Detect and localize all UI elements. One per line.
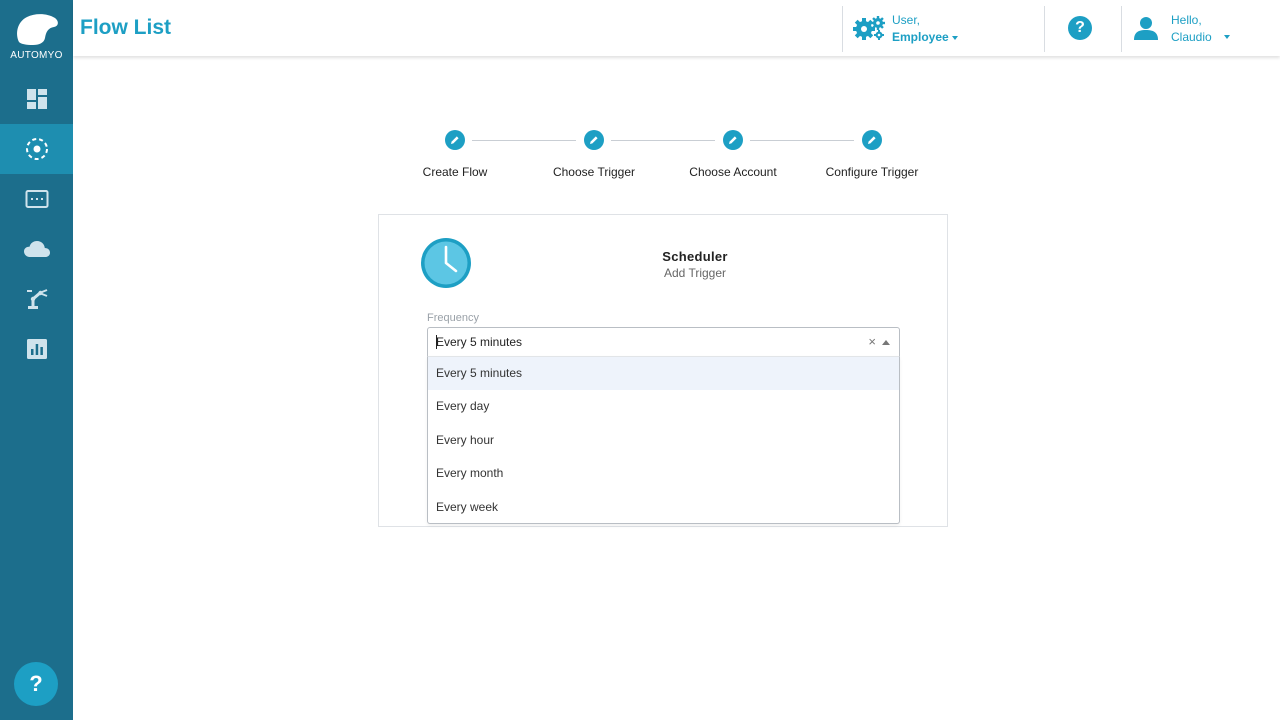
step-2-label[interactable]: Choose Trigger xyxy=(524,165,664,179)
pencil-icon xyxy=(590,136,598,144)
frequency-option[interactable]: Every month xyxy=(428,457,899,490)
step-connector xyxy=(472,140,576,141)
user-role-value: Employee xyxy=(892,30,958,44)
step-connector xyxy=(750,140,854,141)
sidebar-item-dashboard[interactable] xyxy=(0,74,73,124)
top-header: Flow List User, Employee ? Hello, Claudi… xyxy=(73,0,1280,56)
header-divider xyxy=(1121,6,1122,52)
app-logo[interactable]: AUTOMYO xyxy=(0,0,73,70)
step-2-indicator[interactable] xyxy=(584,130,604,150)
user-role-label: User, xyxy=(892,13,921,27)
chevron-up-icon[interactable] xyxy=(882,340,890,345)
question-icon: ? xyxy=(1075,19,1085,36)
greeting-label: Hello, xyxy=(1171,13,1202,27)
step-3-indicator[interactable] xyxy=(723,130,743,150)
sidebar-item-flows[interactable] xyxy=(0,124,73,174)
chevron-down-icon xyxy=(951,35,958,40)
sidebar-item-robots[interactable] xyxy=(0,274,73,324)
help-fab-button[interactable]: ? xyxy=(14,662,58,706)
frequency-option[interactable]: Every 5 minutes xyxy=(428,357,899,390)
frequency-label: Frequency xyxy=(427,312,479,324)
robot-arm-icon xyxy=(26,289,47,309)
frequency-option[interactable]: Every day xyxy=(428,390,899,423)
header-divider xyxy=(842,6,843,52)
step-4-indicator[interactable] xyxy=(862,130,882,150)
logo-icon xyxy=(17,14,58,45)
frequency-select[interactable]: Every 5 minutes × xyxy=(427,327,900,357)
pencil-icon xyxy=(868,136,876,144)
user-name: Claudio xyxy=(1171,30,1212,44)
clear-icon[interactable]: × xyxy=(868,334,876,349)
sidebar-item-analytics[interactable] xyxy=(0,324,73,374)
text-cursor xyxy=(436,335,437,349)
page-title: Flow List xyxy=(80,16,171,39)
frequency-dropdown: Every 5 minutes Every day Every hour Eve… xyxy=(427,356,900,524)
brand-name: AUTOMYO xyxy=(10,50,63,61)
step-connector xyxy=(611,140,715,141)
frequency-option[interactable]: Every hour xyxy=(428,424,899,457)
frequency-select-value[interactable]: Every 5 minutes xyxy=(436,335,522,349)
analytics-icon xyxy=(26,339,47,359)
user-role-switcher[interactable]: User, Employee xyxy=(853,10,973,46)
card-subtitle: Add Trigger xyxy=(663,266,727,280)
sidebar-item-console[interactable] xyxy=(0,174,73,224)
user-menu[interactable]: Hello, Claudio xyxy=(1133,10,1273,46)
step-3-label[interactable]: Choose Account xyxy=(663,165,803,179)
cloud-icon xyxy=(23,241,50,257)
sidebar-item-cloud[interactable] xyxy=(0,224,73,274)
flow-icon xyxy=(25,138,48,160)
chevron-down-icon xyxy=(1224,35,1230,39)
help-icon: ? xyxy=(29,671,43,696)
gears-icon xyxy=(853,16,885,40)
pencil-icon xyxy=(451,136,459,144)
step-1-indicator[interactable] xyxy=(445,130,465,150)
card-title: Scheduler xyxy=(662,249,728,264)
dashboard-icon xyxy=(26,89,47,109)
step-4-label[interactable]: Configure Trigger xyxy=(802,165,942,179)
frequency-option[interactable]: Every week xyxy=(428,491,899,524)
user-avatar-icon xyxy=(1134,17,1158,40)
terminal-icon xyxy=(25,190,48,208)
sidebar: AUTOMYO ? xyxy=(0,0,73,720)
header-divider xyxy=(1044,6,1045,52)
pencil-icon xyxy=(729,136,737,144)
step-1-label[interactable]: Create Flow xyxy=(385,165,525,179)
help-button[interactable]: ? xyxy=(1068,16,1092,40)
